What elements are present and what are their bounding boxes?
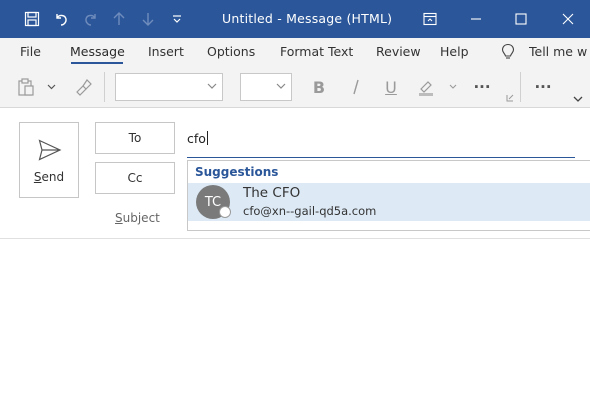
italic-icon[interactable] bbox=[346, 76, 366, 98]
ribbon-separator bbox=[520, 72, 521, 102]
to-field-value: cfo bbox=[187, 131, 206, 146]
chevron-down-icon bbox=[207, 83, 217, 89]
to-field[interactable]: cfo bbox=[187, 126, 575, 154]
suggestion-email: cfo@xn--gail-qd5a.com bbox=[243, 204, 377, 218]
tab-message[interactable]: Message bbox=[70, 44, 125, 59]
send-icon bbox=[38, 139, 62, 161]
title-bar: Untitled - Message (HTML) bbox=[0, 0, 590, 38]
font-size-select[interactable] bbox=[240, 73, 292, 101]
lightbulb-icon[interactable] bbox=[498, 41, 518, 63]
tell-me-search[interactable]: Tell me w bbox=[529, 44, 590, 59]
highlight-icon[interactable] bbox=[414, 75, 438, 99]
customize-toolbar-icon[interactable] bbox=[166, 8, 188, 30]
chevron-down-icon bbox=[276, 83, 286, 89]
send-button[interactable]: Send bbox=[19, 122, 79, 198]
highlight-dropdown-chevron-icon[interactable] bbox=[447, 80, 459, 94]
text-caret bbox=[206, 131, 208, 145]
header-divider bbox=[0, 238, 590, 239]
minimize-icon[interactable] bbox=[463, 6, 489, 32]
suggestions-dropdown: Suggestions TC The CFO cfo@xn--gail-qd5a… bbox=[187, 160, 590, 231]
more-format-options-button[interactable]: ··· bbox=[470, 76, 494, 98]
paste-dropdown-chevron-icon[interactable] bbox=[44, 80, 58, 94]
window-title: Untitled - Message (HTML) bbox=[222, 11, 393, 26]
ribbon-display-options-icon[interactable] bbox=[417, 6, 443, 32]
close-icon[interactable] bbox=[555, 6, 581, 32]
subject-label: Subject bbox=[115, 211, 160, 225]
down-arrow-icon[interactable] bbox=[137, 8, 159, 30]
more-commands-button[interactable]: ··· bbox=[531, 76, 555, 98]
send-label: Send bbox=[33, 170, 65, 184]
save-icon[interactable] bbox=[21, 8, 43, 30]
underline-button[interactable]: U bbox=[381, 76, 401, 98]
ribbon-separator bbox=[104, 72, 105, 102]
suggestion-item[interactable]: TC The CFO cfo@xn--gail-qd5a.com bbox=[188, 183, 590, 221]
active-tab-indicator bbox=[71, 62, 123, 64]
font-family-select[interactable] bbox=[115, 73, 223, 101]
format-painter-icon[interactable] bbox=[71, 76, 95, 98]
undo-icon[interactable] bbox=[50, 8, 72, 30]
to-button[interactable]: To bbox=[95, 122, 175, 154]
cc-button[interactable]: Cc bbox=[95, 162, 175, 194]
tab-insert[interactable]: Insert bbox=[148, 44, 184, 59]
tab-options[interactable]: Options bbox=[207, 44, 255, 59]
up-arrow-icon[interactable] bbox=[108, 8, 130, 30]
compose-area bbox=[0, 109, 590, 419]
bold-button[interactable]: B bbox=[309, 76, 329, 98]
maximize-icon[interactable] bbox=[508, 6, 534, 32]
dialog-launcher-icon[interactable] bbox=[505, 93, 515, 103]
to-field-underline bbox=[187, 157, 575, 158]
tab-review[interactable]: Review bbox=[376, 44, 421, 59]
suggestion-name: The CFO bbox=[243, 185, 301, 201]
paste-icon[interactable] bbox=[14, 76, 38, 98]
tab-format-text[interactable]: Format Text bbox=[280, 44, 353, 59]
redo-icon[interactable] bbox=[80, 8, 102, 30]
collapse-ribbon-chevron-icon[interactable] bbox=[572, 94, 584, 104]
tab-file[interactable]: File bbox=[20, 44, 41, 59]
tab-help[interactable]: Help bbox=[440, 44, 469, 59]
presence-status-icon bbox=[219, 206, 231, 218]
suggestions-header: Suggestions bbox=[195, 165, 279, 179]
